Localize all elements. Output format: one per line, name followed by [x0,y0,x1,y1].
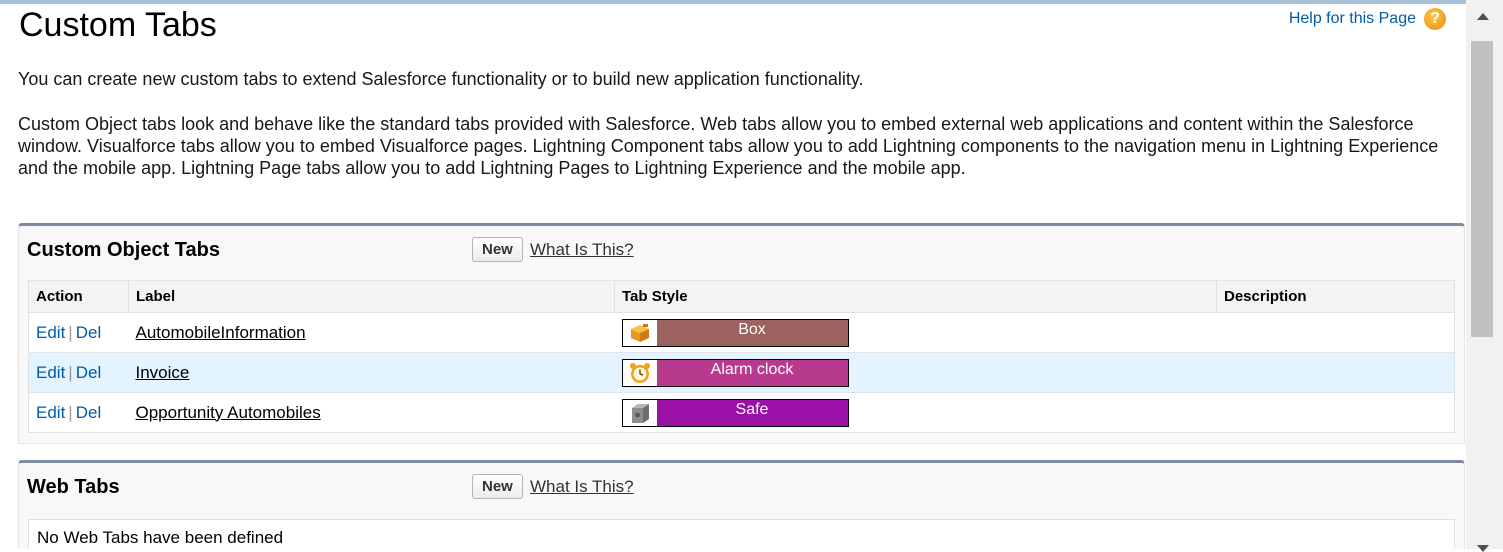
tab-label-link[interactable]: AutomobileInformation [136,323,306,342]
delete-link[interactable]: Del [76,323,102,342]
vertical-scrollbar[interactable] [1466,0,1503,552]
help-question-icon[interactable]: ? [1424,8,1446,30]
what-is-this-link[interactable]: What Is This? [530,240,634,260]
page-content: Custom Tabs Help for this Page ? You can… [0,0,1466,549]
edit-link[interactable]: Edit [36,403,65,422]
tab-style-label: Box [656,319,848,346]
custom-object-tabs-title: Custom Object Tabs [27,239,220,261]
tab-style-swatch: Alarm clock [621,358,849,387]
table-row: Edit | Del Invoice Alarm clock [28,352,1455,393]
edit-link[interactable]: Edit [36,363,65,382]
table-row: Edit | Del AutomobileInformation Box [28,312,1455,353]
scroll-up-arrow-icon[interactable] [1477,13,1489,20]
web-tabs-empty-message: No Web Tabs have been defined [28,519,1455,549]
page-title: Custom Tabs [19,6,217,44]
column-header-description: Description [1216,280,1455,313]
web-tabs-title: Web Tabs [27,476,120,498]
help-area: Help for this Page ? [1289,8,1446,30]
safe-icon [622,399,657,426]
custom-object-tabs-table: Action Label Tab Style Description Edit |… [28,280,1455,433]
tab-style-swatch: Box [621,318,849,347]
intro-text-2: Custom Object tabs look and behave like … [18,114,1439,178]
alarm-clock-icon [622,359,657,386]
intro-text-1: You can create new custom tabs to extend… [18,69,864,89]
tab-style-label: Alarm clock [656,359,848,386]
tab-style-cell: Safe [614,392,1217,433]
tab-label-link[interactable]: Opportunity Automobiles [136,403,321,422]
action-cell: Edit | Del [28,312,129,353]
label-cell: Invoice [128,352,615,393]
box-icon [622,319,657,346]
action-cell: Edit | Del [28,352,129,393]
description-cell [1216,352,1455,393]
web-tabs-panel: Web Tabs New What Is This? No Web Tabs h… [18,460,1465,549]
description-cell [1216,392,1455,433]
column-header-label: Label [128,280,615,313]
label-cell: Opportunity Automobiles [128,392,615,433]
table-header-row: Action Label Tab Style Description [28,280,1455,313]
tab-style-swatch: Safe [621,398,849,427]
web-tabs-header: Web Tabs New What Is This? [19,463,1464,516]
new-web-tab-button[interactable]: New [472,474,523,499]
table-row: Edit | Del Opportunity Automobiles Safe [28,392,1455,433]
help-link[interactable]: Help for this Page [1289,10,1416,28]
scrollbar-thumb[interactable] [1471,41,1493,337]
custom-object-tabs-panel: Custom Object Tabs New What Is This? Act… [18,223,1465,444]
delete-link[interactable]: Del [76,403,102,422]
column-header-tab-style: Tab Style [614,280,1217,313]
action-cell: Edit | Del [28,392,129,433]
tab-style-label: Safe [656,399,848,426]
new-custom-object-tab-button[interactable]: New [472,237,523,262]
tab-style-cell: Box [614,312,1217,353]
action-separator: | [68,322,73,342]
custom-object-tabs-header: Custom Object Tabs New What Is This? [19,226,1464,279]
what-is-this-link[interactable]: What Is This? [530,477,634,497]
delete-link[interactable]: Del [76,363,102,382]
tab-style-cell: Alarm clock [614,352,1217,393]
tab-label-link[interactable]: Invoice [136,363,190,382]
column-header-action: Action [28,280,129,313]
action-separator: | [68,362,73,382]
label-cell: AutomobileInformation [128,312,615,353]
edit-link[interactable]: Edit [36,323,65,342]
action-separator: | [68,402,73,422]
description-cell [1216,312,1455,353]
